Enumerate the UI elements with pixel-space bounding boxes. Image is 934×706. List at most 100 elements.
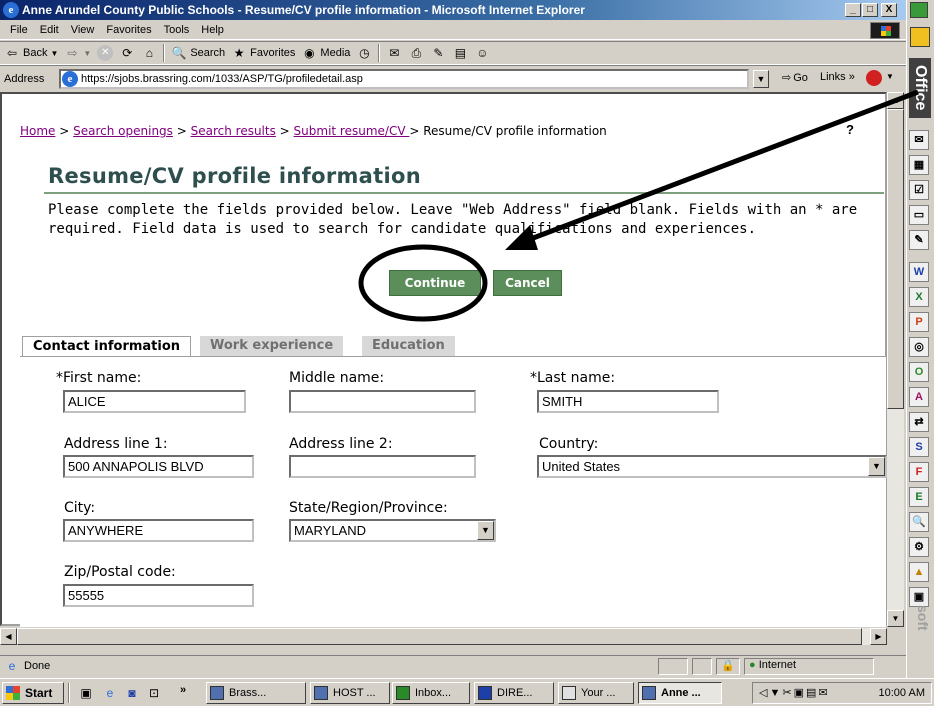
find-icon[interactable]: 🔍 [909,512,929,532]
tab-education[interactable]: Education [362,336,455,356]
task-button-your[interactable]: Your ... [558,682,634,704]
links-button[interactable]: Links » [820,71,855,83]
messenger-status-icon[interactable] [866,70,882,86]
tab-work-experience[interactable]: Work experience [200,336,344,356]
close-button[interactable]: X [881,3,897,17]
access-icon[interactable]: A [909,387,929,407]
ie-icon [642,686,656,700]
first-name-field[interactable]: ALICE [63,390,246,413]
address-dropdown-button[interactable]: ▼ [753,70,769,88]
zip-field[interactable]: 55555 [63,584,254,607]
menu-edit[interactable]: Edit [34,24,65,36]
quicklaunch-more[interactable]: » [180,684,186,696]
task-button-host[interactable]: HOST ... [310,682,390,704]
vertical-scroll-thumb[interactable] [887,109,904,409]
clock[interactable]: 10:00 AM [879,683,925,703]
inbox-icon [396,686,410,700]
maximize-button[interactable]: □ [862,3,878,17]
forward-button[interactable]: ⇨ ▼ [64,45,91,61]
last-name-field[interactable]: SMITH [537,390,719,413]
note-icon[interactable]: ✎ [909,230,929,250]
quicklaunch-desktop-icon[interactable]: ◙ [124,685,140,701]
media-button[interactable]: ◉ Media [301,45,350,61]
mail-icon[interactable]: ✉ [386,45,402,61]
history-icon[interactable]: ◷ [356,45,372,61]
tools-icon[interactable]: ⚙ [909,537,929,557]
address-line2-field[interactable] [289,455,476,478]
page-title: Resume/CV profile information [48,164,421,188]
chevron-down-icon[interactable]: ▼ [477,521,494,540]
scroll-right-button[interactable]: ▶ [870,628,887,645]
stop-icon[interactable]: ✕ [97,45,114,61]
explorer-icon[interactable]: ◎ [909,337,929,357]
breadcrumb-sep: > [55,124,74,138]
home-icon[interactable]: ⌂ [141,45,157,61]
excel-icon[interactable]: X [909,287,929,307]
breadcrumb-current: Resume/CV profile information [423,124,607,138]
network-icon[interactable]: ⇄ [909,412,929,432]
favorites-button[interactable]: ★ Favorites [231,45,296,61]
publisher-icon[interactable]: S [909,437,929,457]
address-input[interactable]: https://sjobs.brassring.com/1033/ASP/TG/… [59,69,749,89]
task-button-brassring[interactable]: Brass... [206,682,306,704]
tab-contact-information[interactable]: Contact information [22,336,192,356]
discuss-icon[interactable]: ▤ [452,45,468,61]
scroll-down-button[interactable]: ▼ [887,610,904,627]
favorites-label: Favorites [250,47,296,59]
refresh-icon[interactable]: ⟳ [119,45,135,61]
edit-icon[interactable]: ✎ [430,45,446,61]
print-icon[interactable]: ⎙ [408,45,424,61]
search-icon: 🔍 [171,46,187,60]
country-select[interactable]: United States ▼ [537,455,887,478]
quicklaunch-outlook-icon[interactable]: ▣ [78,685,94,701]
chevron-down-icon[interactable]: ▼ [868,457,885,476]
menu-tools[interactable]: Tools [158,24,196,36]
help-icon[interactable]: ▲ [909,562,929,582]
minimize-button[interactable]: _ [845,3,861,17]
office-folder-icon[interactable] [910,27,930,47]
scroll-up-button[interactable]: ▲ [887,92,904,109]
search-button[interactable]: 🔍 Search [171,45,225,61]
project-icon[interactable]: E [909,487,929,507]
scroll-left-button[interactable]: ◀ [0,628,17,645]
outlook-message-icon[interactable]: ✉ [909,130,929,150]
task-button-anne-arundel[interactable]: Anne ... [638,682,722,704]
menu-favorites[interactable]: Favorites [100,24,157,36]
address-line1-field[interactable]: 500 ANNAPOLIS BLVD [63,455,254,478]
cancel-button[interactable]: Cancel [493,270,562,296]
menu-help[interactable]: Help [195,24,230,36]
office-extra-icon[interactable]: ▣ [909,587,929,607]
back-button[interactable]: ⇦ Back ▼ [4,45,58,61]
go-button[interactable]: ⇨ Go [782,71,808,85]
city-field[interactable]: ANYWHERE [63,519,254,542]
task-button-inbox[interactable]: Inbox... [392,682,470,704]
menu-view[interactable]: View [65,24,101,36]
office-bar-label: Office [909,58,931,118]
menu-file[interactable]: File [4,24,34,36]
frontpage-icon[interactable]: F [909,462,929,482]
office-app-icon[interactable] [910,2,928,18]
task-button-directions[interactable]: DIRE... [474,682,554,704]
task-icon[interactable]: ☑ [909,180,929,200]
messenger-dropdown-icon[interactable]: ▼ [886,72,894,81]
breadcrumb-submit-resume[interactable]: Submit resume/CV [294,124,410,138]
middle-name-field[interactable] [289,390,476,413]
breadcrumb-search-openings[interactable]: Search openings [73,124,173,138]
word-icon[interactable]: W [909,262,929,282]
help-link[interactable]: ? [846,122,854,137]
go-arrow-icon: ⇨ [782,72,792,84]
outlook-icon[interactable]: O [909,362,929,382]
breadcrumb-home[interactable]: Home [20,124,55,138]
quicklaunch-app-icon[interactable]: ⊡ [146,685,162,701]
horizontal-scroll-thumb[interactable] [17,628,862,645]
tray-icons[interactable]: ◁▼✂▣▤✉ [753,687,830,699]
powerpoint-icon[interactable]: P [909,312,929,332]
breadcrumb-search-results[interactable]: Search results [191,124,276,138]
contact-icon[interactable]: ▭ [909,205,929,225]
appointment-icon[interactable]: ▦ [909,155,929,175]
state-select[interactable]: MARYLAND ▼ [289,519,496,542]
continue-button[interactable]: Continue [389,270,481,296]
quicklaunch-ie-icon[interactable]: e [102,685,118,701]
messenger-icon[interactable]: ☺ [474,45,490,61]
menu-bar: File Edit View Favorites Tools Help [0,20,906,40]
